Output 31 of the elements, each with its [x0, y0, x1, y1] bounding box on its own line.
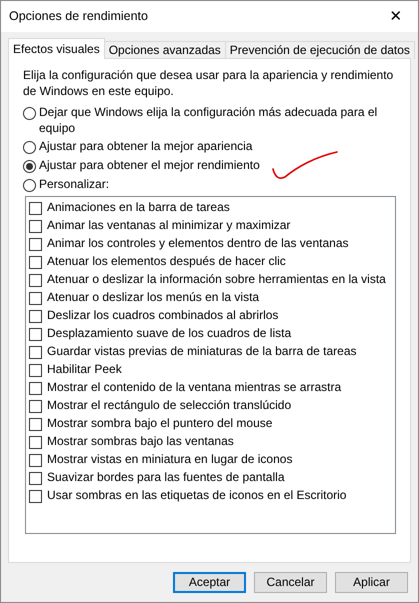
dialog-button[interactable]: Aplicar — [335, 572, 408, 593]
checkbox-option[interactable]: Suavizar bordes para las fuentes de pantalla — [29, 469, 284, 488]
hand-drawn-checkmark — [272, 151, 338, 179]
checkbox-option[interactable]: Mostrar sombra bajo el puntero del mouse — [29, 415, 272, 434]
checkbox-option[interactable]: Animar los controles y elementos dentro de las ventanas — [29, 235, 348, 254]
checkbox-option[interactable]: Deslizar los cuadros combinados al abrirlos — [29, 307, 278, 326]
checkbox-option[interactable]: Animaciones en la barra de tareas — [29, 199, 230, 218]
checkbox-option[interactable]: Atenuar los elementos después de hacer clic — [29, 253, 286, 272]
checkbox-option[interactable]: Atenuar o deslizar la información sobre herramientas en la vista — [29, 271, 386, 290]
checkbox-option[interactable]: Habilitar Peek — [29, 361, 122, 380]
radio-option[interactable]: Ajustar para obtener la mejor apariencia — [23, 139, 252, 155]
close-button[interactable]: ✕ — [374, 1, 418, 32]
checkbox-option[interactable]: Atenuar o deslizar los menús en la vista — [29, 289, 260, 308]
checkbox-option[interactable]: Mostrar vistas en miniatura en lugar de iconos — [29, 451, 292, 470]
tab[interactable]: Opciones avanzadas — [104, 41, 226, 59]
checkbox-option[interactable]: Usar sombras en las etiquetas de iconos en el Escritorio — [29, 487, 346, 506]
radio-option[interactable]: Dejar que Windows elija la configuración más adecuada para el equipo — [23, 105, 396, 136]
radio-option[interactable]: Personalizar: — [23, 176, 110, 192]
checkbox-option[interactable]: Mostrar el rectángulo de selección translúcido — [29, 397, 292, 416]
checkbox-option[interactable]: Animar las ventanas al minimizar y maximizar — [29, 217, 290, 236]
checkbox-option[interactable]: Mostrar sombras bajo las ventanas — [29, 433, 234, 452]
ok-button[interactable]: Aceptar — [173, 572, 246, 593]
checkbox-option[interactable]: Guardar vistas previas de miniaturas de la barra de tareas — [29, 343, 356, 362]
tab[interactable]: Prevención de ejecución de datos — [224, 41, 415, 59]
tab[interactable]: Efectos visuales — [8, 38, 105, 59]
description-text: Elija la configuración que desea usar para la apariencia y rendimiento de Windows en este equipo. — [23, 68, 394, 100]
checkbox-option[interactable]: Mostrar el contenido de la ventana mientras se arrastra — [29, 379, 342, 398]
radio-option[interactable]: Ajustar para obtener el mejor rendimiento — [23, 158, 260, 174]
checkbox-option[interactable]: Desplazamiento suave de los cuadros de lista — [29, 325, 292, 344]
dialog-button[interactable]: Cancelar — [254, 572, 327, 593]
window-title: Opciones de rendimiento — [9, 8, 148, 25]
